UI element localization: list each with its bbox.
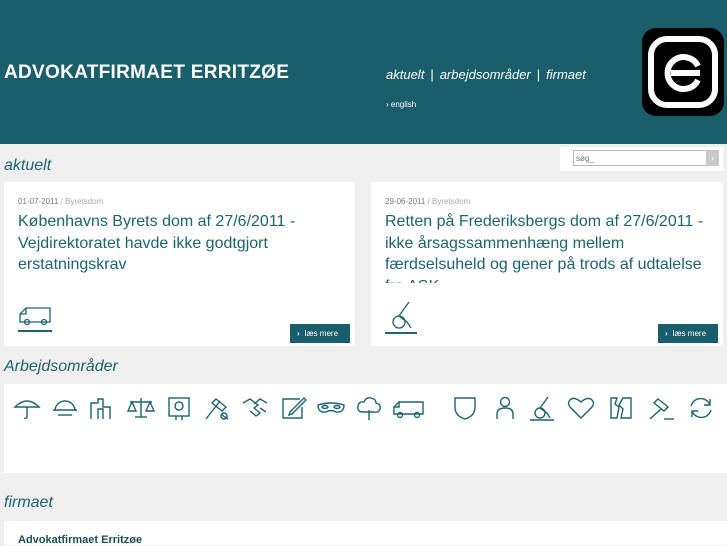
news-headline[interactable]: Retten på Frederiksbergs dom af 27/6/201… <box>385 211 705 283</box>
nav-aktuelt[interactable]: aktuelt <box>386 67 424 82</box>
nav-firmaet[interactable]: firmaet <box>546 67 586 82</box>
search-input[interactable] <box>573 150 709 166</box>
news-meta: 01-07-2011 / Byretsdom <box>18 197 103 206</box>
news-headline[interactable]: Københavns Byrets dom af 27/6/2011 - Vej… <box>18 211 338 283</box>
mask-icon[interactable] <box>316 395 346 421</box>
gavel-icon[interactable] <box>646 395 676 421</box>
wheelchair-icon <box>385 300 421 341</box>
news-date: 01-07-2011 <box>18 197 59 206</box>
news-meta: 29-06-2011 / Byretsdom <box>385 197 470 206</box>
practice-areas-panel <box>4 384 727 473</box>
handshake-icon[interactable] <box>240 395 270 421</box>
scales-icon[interactable] <box>126 395 156 421</box>
main-nav: aktuelt | arbejdsområder | firmaet <box>386 67 586 82</box>
search-box: › <box>560 147 723 171</box>
nav-separator: | <box>430 67 434 82</box>
broken-box-icon[interactable] <box>606 395 636 421</box>
cycle-icon[interactable] <box>686 395 716 421</box>
pen-document-icon[interactable] <box>278 395 308 421</box>
firm-name: Advokatfirmaet Erritzøe <box>18 534 143 546</box>
news-card: 01-07-2011 / Byretsdom Københavns Byrets… <box>4 182 355 346</box>
section-title-aktuelt: aktuelt <box>4 157 52 174</box>
search-button[interactable]: › <box>706 150 719 166</box>
logo-icon[interactable] <box>642 28 724 116</box>
read-more-button[interactable]: › læs mere <box>658 324 718 343</box>
certificate-icon[interactable] <box>164 395 194 421</box>
person-icon[interactable] <box>490 395 520 421</box>
section-title-arbejdsomraader: Arbejdsområder <box>4 358 118 375</box>
truck-icon <box>18 300 54 339</box>
tree-icon[interactable] <box>354 395 384 421</box>
truck-icon[interactable] <box>392 395 424 421</box>
heart-icon[interactable] <box>566 395 596 421</box>
nav-arbejdsomraader[interactable]: arbejdsområder <box>440 67 531 82</box>
helmet-icon[interactable] <box>50 395 80 421</box>
news-date: 29-06-2011 <box>385 197 426 206</box>
news-category: / Byretsdom <box>425 197 471 206</box>
news-card: 29-06-2011 / Byretsdom Retten på Frederi… <box>371 182 723 346</box>
section-title-firmaet: firmaet <box>4 494 53 511</box>
factory-icon[interactable] <box>88 395 118 421</box>
site-brand[interactable]: ADVOKATFIRMAET ERRITZØE <box>4 62 289 84</box>
broken-gavel-icon[interactable] <box>202 395 232 421</box>
read-more-button[interactable]: › læs mere <box>290 324 350 343</box>
shield-icon[interactable] <box>450 395 480 421</box>
site-header: ADVOKATFIRMAET ERRITZØE aktuelt | arbejdso… <box>0 0 727 144</box>
wheelchair-icon[interactable] <box>528 395 558 421</box>
language-english-link[interactable]: › english <box>386 100 416 109</box>
umbrella-icon[interactable] <box>12 395 42 421</box>
nav-separator: | <box>536 67 541 82</box>
news-category: / Byretsdom <box>58 197 104 206</box>
